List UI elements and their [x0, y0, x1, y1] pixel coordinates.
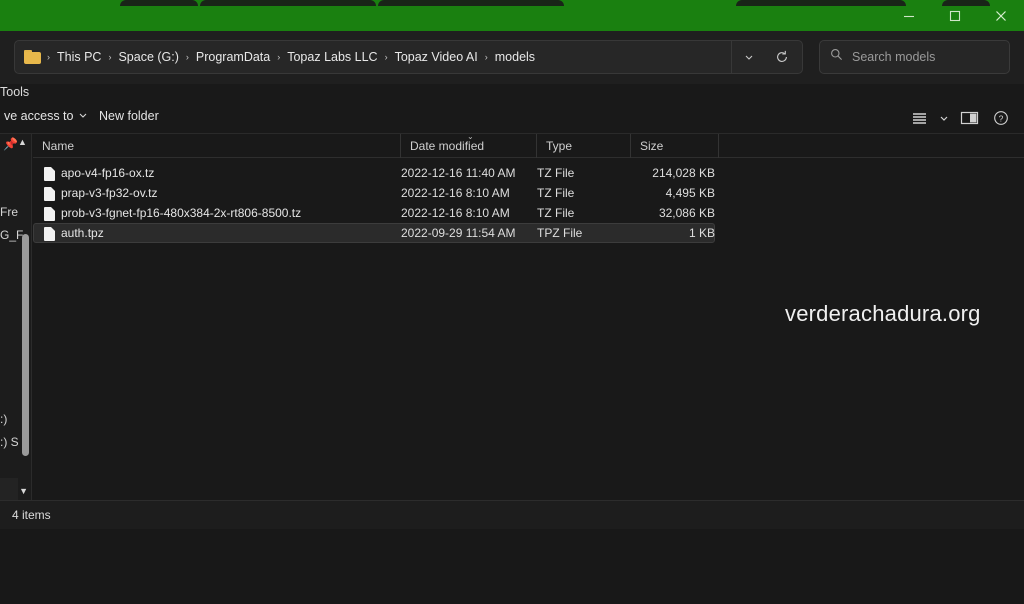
minimize-button[interactable]	[886, 0, 932, 31]
file-date-modified: 2022-09-29 11:54 AM	[401, 226, 516, 240]
chevron-down-icon	[78, 109, 88, 123]
column-header-label: Name	[42, 139, 75, 153]
new-folder-label: New folder	[99, 109, 159, 123]
nav-item-fragment[interactable]: :) S	[0, 435, 19, 449]
menu-item-tools[interactable]: Tools	[0, 85, 29, 99]
file-name: apo-v4-fp16-ox.tz	[61, 166, 155, 180]
search-input[interactable]: Search models	[852, 50, 935, 64]
file-icon	[44, 227, 55, 241]
table-row[interactable]: prap-v3-fp32-ov.tz 2022-12-16 8:10 AM TZ…	[33, 183, 1024, 203]
chevron-down-icon[interactable]	[936, 104, 952, 132]
scroll-up-arrow-icon[interactable]: ▲	[18, 137, 27, 147]
file-type: TZ File	[537, 186, 575, 200]
new-folder-button[interactable]: New folder	[95, 107, 163, 125]
nav-item-fragment[interactable]: G_F	[0, 228, 23, 242]
maximize-button[interactable]	[932, 0, 978, 31]
give-access-to-label: ve access to	[4, 109, 74, 123]
column-header-type[interactable]: Type	[536, 134, 630, 158]
tab-fragment[interactable]	[200, 0, 376, 6]
file-date-modified: 2022-12-16 8:10 AM	[401, 206, 510, 220]
file-icon	[44, 167, 55, 181]
file-name: prob-v3-fgnet-fp16-480x384-2x-rt806-8500…	[61, 206, 302, 220]
preview-pane-icon[interactable]	[954, 104, 984, 132]
file-name: auth.tpz	[61, 226, 104, 240]
list-view-icon[interactable]	[904, 104, 934, 132]
folder-icon	[24, 49, 43, 65]
file-size: 32,086 KB	[658, 206, 715, 220]
breadcrumb-item-programdata[interactable]: ProgramData	[190, 47, 276, 67]
item-count-label: 4 items	[12, 508, 51, 522]
nav-item-fragment[interactable]: :)	[0, 412, 7, 426]
navigation-pane-footer	[0, 478, 18, 500]
breadcrumb-item-this-pc[interactable]: This PC	[51, 47, 107, 67]
column-headers: Name ⌄ Date modified Type Size	[33, 134, 1024, 158]
file-size: 214,028 KB	[652, 166, 715, 180]
address-bar[interactable]: › This PC › Space (G:) › ProgramData › T…	[14, 40, 803, 74]
column-header-label: Type	[546, 139, 573, 153]
chevron-down-icon[interactable]	[732, 41, 765, 73]
table-row[interactable]: auth.tpz 2022-09-29 11:54 AM TPZ File 1 …	[33, 223, 715, 243]
navigation-pane: 📌 ▲ Fre G_F :) :) S ▼	[0, 134, 32, 500]
file-icon	[44, 187, 55, 201]
command-bar-right-actions: ?	[904, 104, 1016, 132]
column-header-divider	[718, 134, 719, 158]
address-bar-actions	[731, 41, 798, 73]
close-button[interactable]	[978, 0, 1024, 31]
pin-icon[interactable]: 📌	[3, 137, 18, 151]
file-size: 4,495 KB	[665, 186, 715, 200]
svg-text:?: ?	[999, 113, 1004, 123]
file-rows: apo-v4-fp16-ox.tz 2022-12-16 11:40 AM TZ…	[33, 163, 1024, 243]
file-date-modified: 2022-12-16 8:10 AM	[401, 186, 510, 200]
file-type: TPZ File	[537, 226, 583, 240]
file-type: TZ File	[537, 166, 575, 180]
file-name: prap-v3-fp32-ov.tz	[61, 186, 158, 200]
column-header-label: Date modified	[410, 139, 485, 153]
menu-strip: Tools	[0, 84, 1024, 102]
search-box[interactable]: Search models	[819, 40, 1010, 74]
tab-fragment[interactable]	[378, 0, 564, 6]
breadcrumb-item-space-g[interactable]: Space (G:)	[112, 47, 184, 67]
table-row[interactable]: prob-v3-fgnet-fp16-480x384-2x-rt806-8500…	[33, 203, 1024, 223]
breadcrumb-item-topaz-video-ai[interactable]: Topaz Video AI	[389, 47, 484, 67]
file-explorer-window: › This PC › Space (G:) › ProgramData › T…	[0, 0, 1024, 604]
desktop-background	[0, 529, 1024, 604]
breadcrumb-separator: ›	[384, 51, 388, 62]
column-header-size[interactable]: Size	[630, 134, 718, 158]
file-list-pane: Name ⌄ Date modified Type Size apo-v4-fp…	[33, 134, 1024, 500]
breadcrumb-item-models[interactable]: models	[489, 47, 541, 67]
address-bar-row: › This PC › Space (G:) › ProgramData › T…	[0, 31, 1024, 84]
give-access-to-button[interactable]: ve access to	[0, 107, 92, 125]
file-type: TZ File	[537, 206, 575, 220]
tab-strip	[0, 0, 1024, 6]
table-row[interactable]: apo-v4-fp16-ox.tz 2022-12-16 11:40 AM TZ…	[33, 163, 1024, 183]
nav-item-fragment[interactable]: Fre	[0, 205, 18, 219]
refresh-icon[interactable]	[765, 41, 798, 73]
file-icon	[44, 207, 55, 221]
column-header-date-modified[interactable]: ⌄ Date modified	[400, 134, 536, 158]
column-header-label: Size	[640, 139, 664, 153]
scroll-down-arrow-icon[interactable]: ▼	[19, 486, 28, 496]
window-controls	[886, 0, 1024, 31]
breadcrumb: › This PC › Space (G:) › ProgramData › T…	[46, 47, 731, 67]
tab-fragment[interactable]	[736, 0, 906, 6]
column-header-name[interactable]: Name	[33, 134, 400, 158]
watermark: verderachadura.org	[785, 301, 981, 326]
title-bar	[0, 0, 1024, 31]
sort-indicator-icon: ⌄	[467, 134, 474, 141]
breadcrumb-item-topaz-labs-llc[interactable]: Topaz Labs LLC	[281, 47, 383, 67]
status-bar: 4 items	[0, 500, 1024, 529]
file-date-modified: 2022-12-16 11:40 AM	[401, 166, 516, 180]
search-icon	[830, 48, 843, 66]
navigation-pane-scrollbar[interactable]	[22, 234, 29, 456]
command-bar: ve access to New folder ?	[0, 102, 1024, 134]
file-size: 1 KB	[688, 226, 715, 240]
help-icon[interactable]: ?	[986, 104, 1016, 132]
tab-fragment[interactable]	[120, 0, 198, 6]
